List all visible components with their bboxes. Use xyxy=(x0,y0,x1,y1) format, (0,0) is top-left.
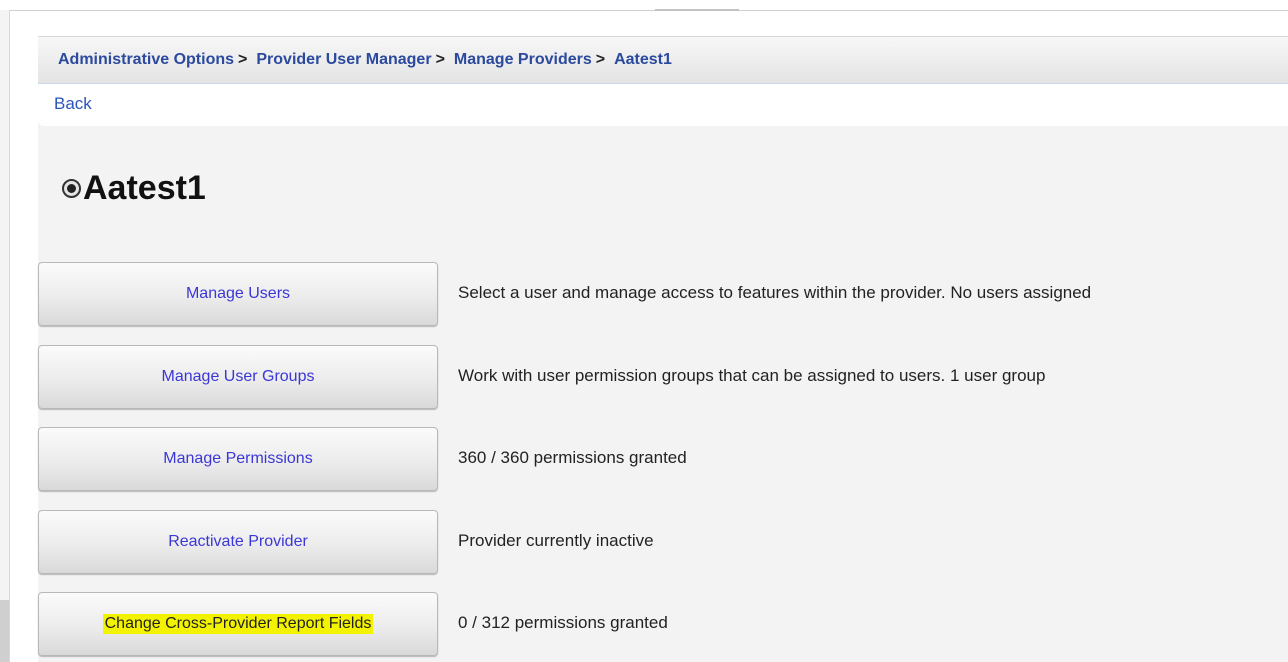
back-row: Back xyxy=(38,84,1288,126)
breadcrumb-trail: Administrative Options > Provider User Man… xyxy=(58,51,672,69)
manage-permissions-description: 360 / 360 permissions granted xyxy=(458,448,687,467)
manage-user-groups-description: Work with user permission groups that ca… xyxy=(458,366,1046,385)
content-area: Administrative Options > Provider User Man… xyxy=(10,11,1288,662)
breadcrumb-item-current-provider[interactable]: Aatest1 xyxy=(614,51,672,68)
manage-permissions-button[interactable]: Manage Permissions xyxy=(38,427,438,491)
back-link[interactable]: Back xyxy=(54,94,92,114)
breadcrumb: Administrative Options > Provider User Man… xyxy=(38,36,1288,84)
title-row: Aatest1 xyxy=(62,169,206,208)
breadcrumb-separator: > xyxy=(435,51,445,68)
window-top-bar xyxy=(0,0,1288,11)
vertical-scroll-thumb[interactable] xyxy=(0,600,9,662)
action-row-manage-permissions: Manage Permissions 360 / 360 permissions… xyxy=(38,427,1288,491)
manage-user-groups-button[interactable]: Manage User Groups xyxy=(38,345,438,409)
manage-user-groups-button-label: Manage User Groups xyxy=(161,368,315,385)
change-cross-provider-report-fields-button[interactable]: Change Cross-Provider Report Fields xyxy=(38,592,438,656)
manage-users-button[interactable]: Manage Users xyxy=(38,262,438,326)
manage-users-button-label: Manage Users xyxy=(185,285,291,302)
manage-users-description: Select a user and manage access to featu… xyxy=(458,283,1092,302)
manage-permissions-button-label: Manage Permissions xyxy=(163,450,313,467)
change-cross-provider-report-fields-button-label: Change Cross-Provider Report Fields xyxy=(102,614,374,634)
breadcrumb-item-administrative-options[interactable]: Administrative Options xyxy=(58,51,234,68)
breadcrumb-separator: > xyxy=(595,51,606,68)
action-row-change-cross-provider-report-fields: Change Cross-Provider Report Fields 0 / … xyxy=(38,592,1288,656)
reactivate-provider-description: Provider currently inactive xyxy=(458,531,654,550)
action-row-reactivate-provider: Reactivate Provider Provider currently i… xyxy=(38,510,1288,574)
left-frame-edge xyxy=(0,10,10,662)
change-cross-provider-report-fields-description: 0 / 312 permissions granted xyxy=(458,613,668,632)
action-row-manage-users: Manage Users Select a user and manage ac… xyxy=(38,262,1288,326)
breadcrumb-item-manage-providers[interactable]: Manage Providers xyxy=(454,51,592,68)
reactivate-provider-button-label: Reactivate Provider xyxy=(168,533,308,550)
breadcrumb-separator: > xyxy=(238,51,248,68)
reactivate-provider-button[interactable]: Reactivate Provider xyxy=(38,510,438,574)
breadcrumb-item-provider-user-manager[interactable]: Provider User Manager xyxy=(256,51,431,68)
radio-selected-icon xyxy=(62,179,81,198)
action-row-manage-user-groups: Manage User Groups Work with user permis… xyxy=(38,345,1288,409)
provider-panel: Administrative Options > Provider User Man… xyxy=(38,36,1288,662)
page-title: Aatest1 xyxy=(83,169,206,207)
